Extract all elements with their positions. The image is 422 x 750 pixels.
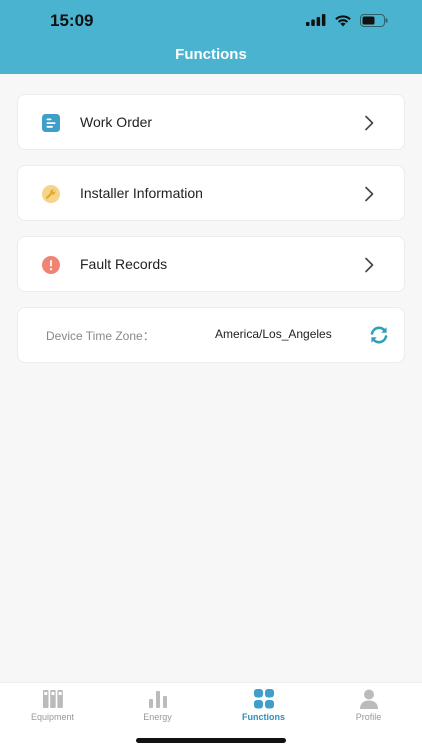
status-time: 15:09	[50, 11, 94, 30]
home-indicator[interactable]	[136, 738, 286, 743]
battery-icon	[360, 13, 388, 27]
menu-item-installer-information[interactable]: Installer Information	[17, 165, 405, 221]
device-time-zone-card: Device Time Zone： America/Los_Angeles	[17, 307, 405, 363]
menu-item-work-order[interactable]: Work Order	[17, 94, 405, 150]
time-zone-value: America/Los_Angeles	[215, 327, 332, 341]
wrench-icon	[42, 185, 60, 203]
page-title: Functions	[175, 46, 247, 63]
chevron-right-icon	[365, 115, 374, 131]
grid-icon	[254, 689, 274, 709]
time-zone-label: Device Time Zone：	[46, 329, 155, 343]
tab-energy[interactable]: Energy	[105, 683, 210, 733]
chevron-right-icon	[365, 257, 374, 273]
tab-equipment[interactable]: Equipment	[0, 683, 105, 733]
status-icons	[306, 13, 388, 27]
refresh-icon[interactable]	[368, 324, 390, 346]
work-order-icon	[42, 114, 60, 132]
status-bar: 15:09	[0, 0, 422, 40]
equipment-icon	[43, 690, 63, 708]
tab-label: Profile	[355, 712, 382, 722]
menu-item-fault-records[interactable]: Fault Records	[17, 236, 405, 292]
header-bar: 15:09 Functions	[0, 0, 422, 74]
menu-item-label: Installer Information	[80, 185, 203, 201]
tab-label: Functions	[242, 712, 285, 722]
wifi-icon	[335, 14, 351, 26]
tab-label: Equipment	[30, 712, 75, 722]
bar-chart-icon	[149, 691, 167, 708]
tab-profile[interactable]: Profile	[316, 683, 421, 733]
menu-item-label: Work Order	[80, 114, 153, 130]
chevron-right-icon	[365, 186, 374, 202]
person-icon	[360, 689, 378, 709]
exclamation-icon	[42, 256, 60, 274]
tab-label: Energy	[143, 712, 172, 722]
menu-item-label: Fault Records	[80, 256, 168, 272]
cellular-signal-icon	[306, 14, 326, 26]
tab-functions[interactable]: Functions	[211, 683, 316, 733]
